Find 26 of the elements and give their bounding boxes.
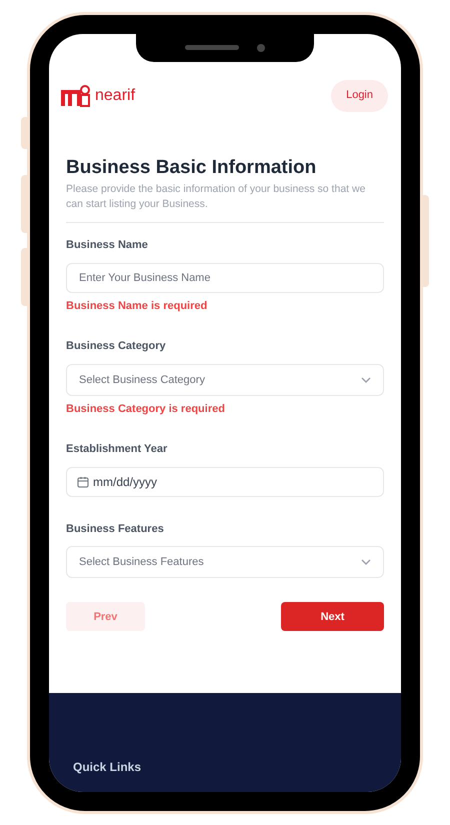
- form-description: Please provide the basic information of your business so that we can start listing your Business.: [66, 182, 366, 212]
- login-button[interactable]: Login: [331, 80, 388, 112]
- speaker-icon: [185, 45, 239, 50]
- date-placeholder: mm/dd/yyyy: [93, 474, 158, 491]
- error-message: Business Name is required: [66, 298, 208, 314]
- chevron-down-icon: [361, 559, 371, 566]
- field-label: Business Features: [66, 522, 165, 537]
- calendar-icon: [77, 476, 89, 488]
- error-message: Business Category is required: [66, 402, 226, 417]
- field-label: Establishment Year: [66, 442, 168, 458]
- footer-heading: Quick Links: [73, 758, 142, 776]
- prev-button[interactable]: Prev: [66, 602, 145, 632]
- select-field[interactable]: Select Business Features: [66, 546, 384, 578]
- logo-icon: [60, 84, 92, 106]
- logo-text: nearif: [95, 86, 136, 106]
- date-field[interactable]: mm/dd/yyyy: [66, 466, 384, 497]
- camera-icon: [257, 44, 265, 52]
- form-title: Business Basic Information: [66, 156, 318, 180]
- field-label: Business Category: [66, 339, 167, 354]
- select-placeholder: Select Business Features: [79, 555, 204, 570]
- select-field[interactable]: Select Business Category: [66, 364, 384, 396]
- select-placeholder: Select Business Category: [79, 372, 205, 388]
- field-label: Business Name: [66, 238, 149, 254]
- chevron-down-icon: [361, 376, 371, 383]
- text-field[interactable]: Enter Your Business Name: [66, 262, 384, 293]
- next-button[interactable]: Next: [281, 602, 384, 632]
